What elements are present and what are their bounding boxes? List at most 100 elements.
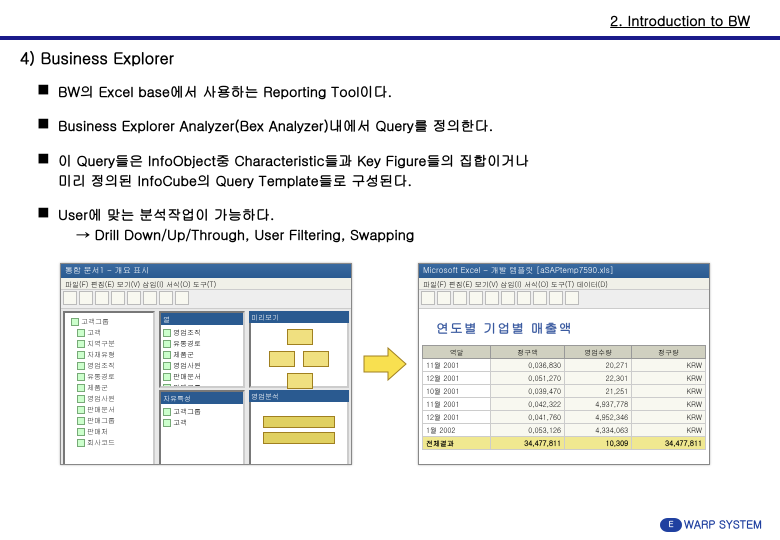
list-item[interactable]: 판매그룹 [163,382,241,388]
list-item[interactable]: 제품군 [163,349,241,360]
bullet-2: Business Explorer Analyzer(Bex Analyzer)… [38,115,750,135]
toolbar-button[interactable] [127,291,141,305]
diagram-block [269,351,295,367]
bullet-1: BW의 Excel base에서 사용하는 Reporting Tool이다. [38,81,750,101]
col-header[interactable]: 청구액 [491,345,565,358]
toolbar-button[interactable] [453,291,467,305]
toolbar-button[interactable] [437,291,451,305]
bullet-list: BW의 Excel base에서 사용하는 Reporting Tool이다. … [20,81,750,245]
tree-item[interactable]: 고객그룹 [67,316,151,327]
toolbar-button[interactable] [421,291,435,305]
tree-item[interactable]: 판매문서 [67,404,151,415]
cube-icon [163,408,171,416]
diagram-block [287,373,313,389]
table-header-row: 역달 청구액 영업수량 청구량 [423,345,706,358]
col-header[interactable]: 역달 [423,345,491,358]
logo-badge-icon: E [660,518,682,532]
cube-icon [77,384,85,392]
cube-icon [77,340,85,348]
toolbar-button[interactable] [533,291,547,305]
tree-item[interactable]: 자재유형 [67,349,151,360]
content-area: 4) Business Explorer BW의 Excel base에서 사용… [0,40,780,465]
panel-title: 자유특성 [161,392,243,404]
window-menubar: 파일(F) 편집(E) 보기(V) 삽입(I) 서식(O) 도구(T) 데이터(… [419,278,709,290]
cube-icon [77,373,85,381]
page-header: 2. Introduction to BW [0,0,780,40]
figures-row: 통합 문서1 - 개요 표시 파일(F) 편집(E) 보기(V) 삽입(I) 서… [20,259,750,465]
cube-icon [163,419,171,427]
tree-item[interactable]: 제품군 [67,382,151,393]
cube-icon [163,329,171,337]
cube-icon [163,351,171,359]
table-row[interactable]: 11월 20010,036,83020,271KRW [423,358,706,371]
panel-title: 미리보기 [249,311,349,323]
result-table: 역달 청구액 영업수량 청구량 11월 20010,036,83020,271K… [422,345,706,450]
cube-icon [77,351,85,359]
logo-text: WARP SYSTEM [684,517,762,532]
screenshot-excel-result: Microsoft Excel - 개발 템플릿 [aSAPtemp7590.x… [418,263,710,465]
table-row[interactable]: 10월 20010,039,47021,251KRW [423,384,706,397]
preview-panel: 미리보기 [249,311,349,388]
toolbar-button[interactable] [485,291,499,305]
cube-icon [77,439,85,447]
toolbar-button[interactable] [517,291,531,305]
bullet-4-line2: → Drill Down/Up/Through, User Filtering,… [58,224,750,244]
toolbar-button[interactable] [79,291,93,305]
cube-icon [77,395,85,403]
cube-icon [71,318,79,326]
list-item[interactable]: 판매문서 [163,371,241,382]
list-item[interactable]: 영업조직 [163,327,241,338]
bullet-4: User에 맞는 분석작업이 가능하다. → Drill Down/Up/Thr… [38,204,750,245]
arrow-icon [362,346,408,382]
cube-icon [163,373,171,381]
panel-title: 열 [161,313,243,325]
tree-item[interactable]: 지역구분 [67,338,151,349]
table-row[interactable]: 1월 20020,053,1264,334,063KRW [423,423,706,436]
cube-icon [77,406,85,414]
toolbar-button[interactable] [63,291,77,305]
list-item[interactable]: 영업사원 [163,360,241,371]
toolbar-button[interactable] [565,291,579,305]
toolbar-button[interactable] [469,291,483,305]
free-char-panel[interactable]: 자유특성 고객그룹 고객 [159,390,245,465]
bullet-3-line2: 미리 정의된 InfoCube의 Query Template들로 구성된다. [58,170,750,190]
toolbar-button[interactable] [95,291,109,305]
tree-item[interactable]: 회사코드 [67,437,151,448]
toolbar-button[interactable] [111,291,125,305]
list-item[interactable]: 고객 [163,417,241,428]
tree-item[interactable]: 판매그룹 [67,415,151,426]
diagram-block [303,351,329,367]
cube-icon [163,340,171,348]
cube-icon [77,417,85,425]
screenshot-query-designer: 통합 문서1 - 개요 표시 파일(F) 편집(E) 보기(V) 삽입(I) 서… [60,263,352,465]
table-row[interactable]: 11월 20010,042,3224,937,778KRW [423,397,706,410]
columns-panel[interactable]: 열 영업조직 유통경로 제품군 영업사원 판매문서 판매그룹 [159,311,245,388]
toolbar-button[interactable] [501,291,515,305]
toolbar-button[interactable] [143,291,157,305]
toolbar-button[interactable] [549,291,563,305]
tree-item[interactable]: 고객 [67,327,151,338]
table-row[interactable]: 12월 20010,041,7604,952,346KRW [423,410,706,423]
col-header[interactable]: 청구량 [632,345,706,358]
cube-icon [163,362,171,370]
tree-item[interactable]: 영업사원 [67,393,151,404]
tree-panel[interactable]: 고객그룹 고객 지역구분 자재유형 영업조직 유통경로 제품군 영업사원 판매문… [63,311,155,465]
cube-icon [77,428,85,436]
toolbar-button[interactable] [175,291,189,305]
toolbar-button[interactable] [159,291,173,305]
table-total-row[interactable]: 전체결과34,477,81110,30934,477,811 [423,436,706,449]
list-item[interactable]: 유통경로 [163,338,241,349]
tree-item[interactable]: 판매처 [67,426,151,437]
bullet-4-line1: User에 맞는 분석작업이 가능하다. [58,204,275,224]
diagram-block [263,416,335,428]
footer-logo: EWARP SYSTEM [660,517,762,532]
list-item[interactable]: 고객그룹 [163,406,241,417]
col-header[interactable]: 영업수량 [565,345,632,358]
panel-title: 영업분석 [249,390,349,402]
tree-item[interactable]: 영업조직 [67,360,151,371]
analysis-panel: 영업분석 [249,390,349,465]
table-row[interactable]: 12월 20010,051,27022,301KRW [423,371,706,384]
bullet-3: 이 Query들은 InfoObject중 Characteristic들과 K… [38,150,750,191]
tree-item[interactable]: 유통경로 [67,371,151,382]
window-titlebar: 통합 문서1 - 개요 표시 [61,264,351,278]
